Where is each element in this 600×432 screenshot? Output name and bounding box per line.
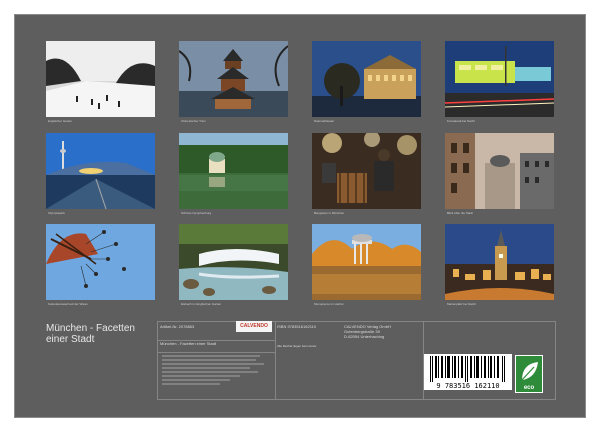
photo-caption: Biergarten in München <box>314 211 345 215</box>
photo-6 <box>179 133 288 209</box>
photo-5 <box>46 133 155 209</box>
photo-caption: Kettenkarussell auf der Wiesn <box>48 302 88 306</box>
photo-caption: Eisbach im Englischen Garten <box>181 302 222 306</box>
photo-10 <box>179 224 288 300</box>
calvendo-logo-text: CALVENDO <box>240 323 268 329</box>
photo-8 <box>445 133 554 209</box>
rights-note: Alle Rechte liegen beim Autor <box>277 344 317 348</box>
photo-caption: Monopteros im Herbst <box>314 302 344 306</box>
photo-caption: Marienplatz bei Nacht <box>447 302 477 306</box>
photo-4 <box>445 41 554 117</box>
ean-barcode: 9 783516 162110 <box>424 354 512 390</box>
imprint-subtitle: München - Facetten einer Stadt <box>160 341 217 346</box>
eco-badge: eco <box>515 355 543 393</box>
isbn: ISBN 9783516162110 <box>277 324 317 329</box>
barcode-digits: 9 783516 162110 <box>436 382 500 390</box>
photo-3 <box>312 41 421 117</box>
photo-7 <box>312 133 421 209</box>
photo-caption: Kunstareal bei Nacht <box>447 119 475 123</box>
photo-11 <box>312 224 421 300</box>
article-number: Artikel-Nr. 2078863 <box>160 324 195 329</box>
publisher-address: CALVENDO Verlag GmbH Gutenbergstraße 39 … <box>344 324 391 339</box>
calendar-title-line1: München - Facetten <box>46 323 135 334</box>
photo-1 <box>46 41 155 117</box>
photo-caption: Chinesischer Turm <box>181 119 207 123</box>
photo-caption: Nationaltheater <box>314 119 335 123</box>
photo-caption: Englischer Garten <box>48 119 73 123</box>
fine-print <box>160 352 268 392</box>
eco-label: eco <box>523 385 535 391</box>
calvendo-logo: CALVENDO <box>236 321 272 332</box>
calendar-title-line2: einer Stadt <box>46 334 95 345</box>
publisher-line3: D-82054 Unterhaching <box>344 334 385 339</box>
leaf-icon <box>521 362 538 381</box>
photo-2 <box>179 41 288 117</box>
photo-caption: Olympiapark <box>48 211 65 215</box>
photo-12 <box>445 224 554 300</box>
photo-caption: Schloss Nymphenburg <box>181 211 212 215</box>
calendar-title: München - Facetten einer Stadt <box>46 323 135 345</box>
photo-caption: Blick über die Stadt <box>447 211 473 215</box>
photo-9 <box>46 224 155 300</box>
